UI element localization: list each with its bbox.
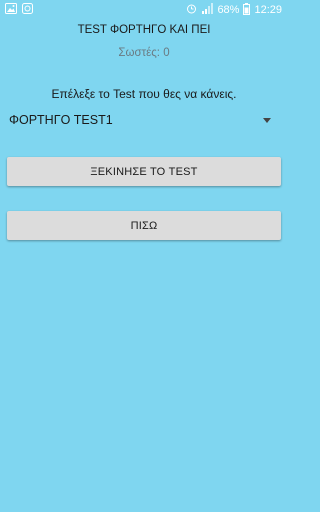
back-button[interactable]: ΠΙΣΩ	[7, 211, 281, 240]
screen-title: TEST ΦΟΡΤΗΓΟ ΚΑΙ ΠΕΙ	[77, 24, 211, 36]
select-prompt: Επέλεξε το Test που θες να κάνεις.	[51, 87, 237, 101]
start-test-button[interactable]: ΞΕΚΙΝΗΣΕ ΤΟ TEST	[7, 157, 281, 186]
clock: 12:29	[254, 4, 282, 16]
status-bar-right: 68% 12:29	[186, 2, 288, 18]
test-select-dropdown[interactable]: ΦΟΡΤΗΓΟ TEST1	[9, 110, 277, 130]
battery-icon	[243, 2, 251, 18]
dropdown-arrow-icon	[263, 117, 271, 123]
signal-icon	[201, 3, 214, 17]
app-notification-icon	[22, 3, 33, 17]
image-icon	[5, 3, 17, 17]
score-label: Σωστές: 0	[118, 47, 170, 59]
selected-test-label: ΦΟΡΤΗΓΟ TEST1	[9, 113, 113, 127]
battery-percent: 68%	[217, 4, 240, 16]
status-bar: 68% 12:29	[0, 0, 288, 20]
alarm-icon	[186, 3, 197, 17]
status-bar-left	[0, 3, 33, 17]
